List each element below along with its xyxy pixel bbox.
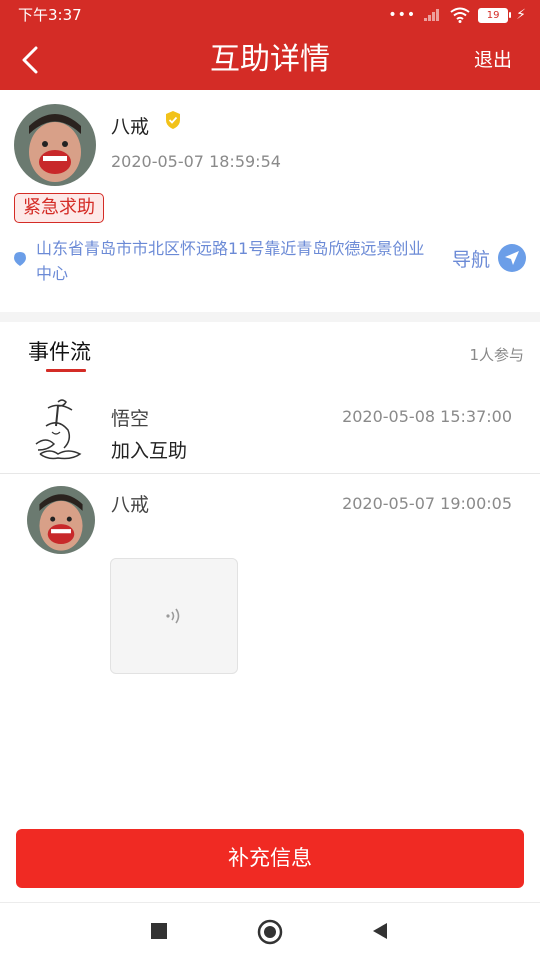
system-back-button[interactable] (370, 920, 390, 942)
supplement-info-button[interactable]: 补充信息 (16, 829, 524, 888)
navigate-label: 导航 (451, 248, 490, 271)
circle-icon (257, 919, 283, 945)
event-item: 悟空 2020-05-08 15:37:00 加入互助 (0, 388, 540, 474)
avatar[interactable] (14, 104, 96, 186)
home-button[interactable] (257, 919, 283, 945)
location-pin-icon (14, 252, 26, 266)
page-title: 互助详情 (210, 42, 330, 77)
signal-icon (424, 9, 442, 21)
status-icons: ••• 19 ⚡ (388, 0, 526, 30)
system-nav-bar (0, 902, 540, 961)
status-bar: 下午3:37 ••• 19 ⚡ (0, 0, 540, 30)
verified-shield-icon (166, 111, 180, 129)
triangle-back-icon (373, 923, 387, 939)
section-divider (0, 312, 540, 322)
voice-message-tile[interactable] (110, 558, 238, 674)
status-time: 下午3:37 (18, 6, 82, 24)
avatar[interactable] (27, 486, 95, 554)
urgent-badge: 紧急求助 (14, 193, 104, 223)
battery-icon: 19 (478, 7, 512, 23)
address-text[interactable]: 山东省青岛市市北区怀远路11号靠近青岛欣德远景创业中心 (36, 236, 440, 286)
charging-icon: ⚡ (516, 7, 526, 23)
event-timestamp: 2020-05-07 19:00:05 (342, 494, 512, 513)
tab-event-flow[interactable]: 事件流 (28, 336, 91, 366)
audio-wave-icon (166, 608, 180, 624)
participant-count: 1人参与 (469, 346, 524, 364)
event-text: 加入互助 (111, 440, 188, 462)
event-timestamp: 2020-05-08 15:37:00 (342, 407, 512, 426)
recent-apps-button[interactable] (148, 920, 170, 942)
event-item: 八戒 2020-05-07 19:00:05 (0, 474, 540, 684)
square-icon (151, 923, 167, 939)
event-flow-header: 事件流 1人参与 (0, 322, 540, 382)
help-request-card: 八戒 2020-05-07 18:59:54 紧急求助 山东省青岛市市北区怀远路… (0, 90, 540, 312)
wifi-icon (450, 7, 470, 23)
post-timestamp: 2020-05-07 18:59:54 (111, 152, 281, 171)
avatar[interactable] (28, 396, 90, 462)
tab-underline (46, 369, 86, 372)
user-name: 八戒 (111, 116, 150, 138)
navigate-button[interactable]: 导航 (452, 243, 526, 273)
exit-button[interactable]: 退出 (474, 30, 512, 90)
navigation-arrow-icon (498, 244, 526, 272)
event-user-name: 悟空 (111, 408, 150, 430)
more-dots-icon: ••• (388, 7, 417, 23)
app-bar: 互助详情 退出 (0, 30, 540, 90)
event-user-name: 八戒 (111, 494, 150, 516)
